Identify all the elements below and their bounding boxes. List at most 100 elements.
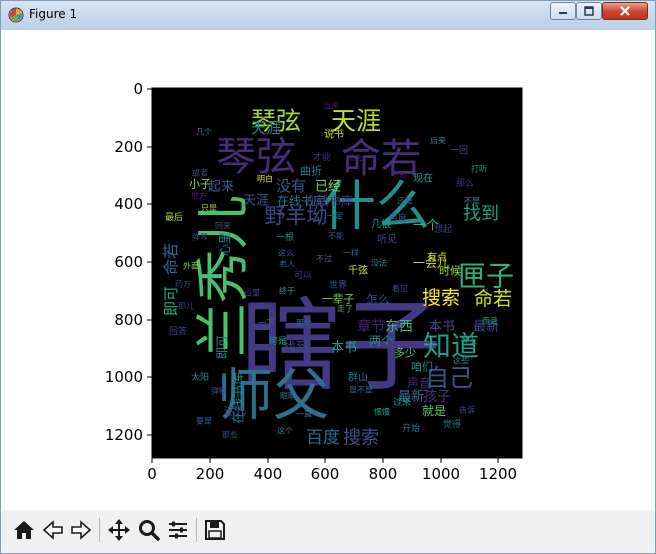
wordcloud-word: 一下 [258, 319, 274, 328]
wordcloud-word: 觉得 [443, 418, 461, 430]
wordcloud-word: 说书 [324, 128, 344, 141]
wordcloud-word: 总之 [348, 153, 362, 162]
minimize-button[interactable] [550, 2, 576, 20]
wordcloud-word: 那么 [456, 178, 474, 189]
home-icon [14, 521, 34, 539]
wordcloud-word: 太阳 [191, 371, 209, 383]
wordcloud-word: 不知 [391, 170, 407, 180]
configure-subplots-icon [169, 521, 187, 539]
wordcloud-word: 一样 [343, 248, 359, 258]
wordcloud-word: 这么 [278, 248, 294, 258]
wordcloud-word: 东西 [385, 319, 413, 335]
wordcloud-word: 是不是 [349, 386, 373, 395]
save-icon [205, 520, 225, 540]
wordcloud-word: 不是 [464, 197, 480, 206]
pan-button[interactable] [106, 516, 132, 544]
figure-canvas[interactable]: 瞎子 师父 兰秀儿 什么 琴弦 命若 琴弦 天涯 匣子 知道 自己 野羊坳 搜索 命若 没有 百度 搜索 天涯 命若… [9, 30, 649, 510]
wordcloud-word: 找到 [463, 204, 499, 225]
wordcloud-word: 曲折 [300, 164, 322, 178]
wordcloud-word: 天涯 [251, 119, 281, 137]
zoom-button[interactable] [136, 516, 162, 544]
y-tick-label: 1200 [105, 426, 143, 444]
wordcloud-word: 现在 [413, 173, 433, 185]
wordcloud-word: 回答 [169, 325, 187, 337]
wordcloud-word: 可以 [294, 270, 312, 281]
wordcloud-word: 想起 [434, 223, 452, 235]
wordcloud-word: 回来 [215, 222, 231, 231]
save-button[interactable] [202, 516, 228, 544]
wordcloud-word: 这儿 [224, 404, 246, 418]
wordcloud-word: 有点 [427, 251, 447, 264]
y-axis: 0 200 400 600 800 1000 1200 [105, 80, 152, 444]
toolbar-separator [196, 518, 197, 542]
wordcloud-word: 听见 [377, 234, 397, 246]
x-tick-label: 600 [311, 465, 340, 483]
wordcloud-word: 不过 [316, 254, 332, 264]
matplotlib-logo-icon [8, 7, 24, 23]
wordcloud-word: 百度 [389, 212, 407, 224]
pan-icon [108, 519, 130, 541]
figure-window: Figure 1 瞎子 师父 兰秀儿 什么 琴弦 命若 琴弦 天涯 匣子 知道 自己 野羊坳 搜索 命若没… [0, 0, 656, 554]
wordcloud-word: 这些 [453, 356, 469, 366]
wordcloud-word: 才能 [313, 151, 331, 163]
wordcloud-word: 时候 [439, 264, 461, 278]
wordcloud-word: 或者 [192, 168, 208, 178]
wordcloud-word: 两个 [369, 334, 393, 348]
wordcloud-word: 就是 [422, 404, 446, 418]
wordcloud-word: 开始 [402, 422, 420, 434]
wordcloud-word: 怎么 [366, 292, 390, 307]
wordcloud-word: 只是 [201, 204, 217, 213]
wordcloud-word: 慢慢 [374, 407, 390, 417]
wordcloud-word: 弹琴 [192, 232, 208, 242]
title-bar[interactable]: Figure 1 [1, 1, 655, 30]
wordcloud-word: 外面 [183, 261, 199, 271]
wordcloud-word: 那儿 [178, 302, 194, 311]
wordcloud-word: 最后 [165, 212, 183, 223]
wordcloud-word: 在线书库 [305, 193, 353, 208]
wordcloud-word: 几个 [196, 128, 212, 137]
wordcloud-word: 一辈子 [322, 292, 355, 306]
forward-button[interactable] [68, 516, 94, 544]
wordcloud-word: 老人 [279, 259, 295, 269]
wordcloud-word: 而且 [482, 317, 498, 326]
back-arrow-icon [42, 520, 63, 540]
wordcloud-word: 琴弦 [216, 134, 296, 180]
wordcloud-word: 命若 [162, 243, 181, 275]
forward-arrow-icon [71, 520, 92, 540]
close-button[interactable] [602, 2, 648, 20]
wordcloud-word: 终于 [279, 286, 295, 296]
wordcloud-word: 本书 [331, 341, 357, 356]
wordcloud-word: 可是 [269, 336, 287, 347]
wordcloud-word: 后来 [430, 136, 446, 146]
y-tick-label: 400 [114, 195, 143, 213]
x-tick-label: 400 [254, 465, 283, 483]
back-button[interactable] [40, 516, 66, 544]
wordcloud-word: 药方 [175, 279, 191, 289]
wordcloud-word: 一定 [327, 211, 343, 221]
wordcloud-word: 不能 [328, 231, 344, 241]
home-button[interactable] [11, 516, 37, 544]
x-tick-label: 0 [147, 465, 157, 483]
configure-subplots-button[interactable] [165, 516, 191, 544]
wordcloud-word: 多少 [394, 346, 416, 360]
wordcloud-word: 走了 [337, 305, 353, 314]
wordcloud-word: 千弦 [348, 264, 368, 277]
x-axis: 0 200 400 600 800 1000 1200 [147, 458, 517, 483]
wordcloud-word: 咱们 [411, 360, 433, 374]
wordcloud-word: 兰秀儿 [192, 195, 255, 357]
wordcloud-word: 搜索 [422, 287, 460, 309]
wordcloud-word: 出来 [323, 101, 339, 111]
wordcloud-word: 那个 [296, 319, 312, 328]
maximize-button[interactable] [576, 2, 602, 20]
axes-svg: 瞎子师父兰秀儿 什么琴弦 命若琴弦 天涯匣子知道自己野羊坳搜索 命若没有百度 搜索天涯命若… [105, 80, 523, 483]
close-icon [620, 6, 630, 16]
x-tick-label: 1000 [422, 465, 460, 483]
wordcloud-word: 心里 [218, 232, 232, 256]
navigation-toolbar [2, 510, 654, 553]
toolbar-separator [99, 518, 100, 542]
wordcloud-word: 起来 [208, 180, 234, 195]
wordcloud-word: 没法 [371, 258, 387, 268]
wordcloud-word: 打听 [471, 164, 487, 174]
y-tick-label: 800 [114, 311, 143, 329]
x-tick-label: 200 [196, 465, 225, 483]
